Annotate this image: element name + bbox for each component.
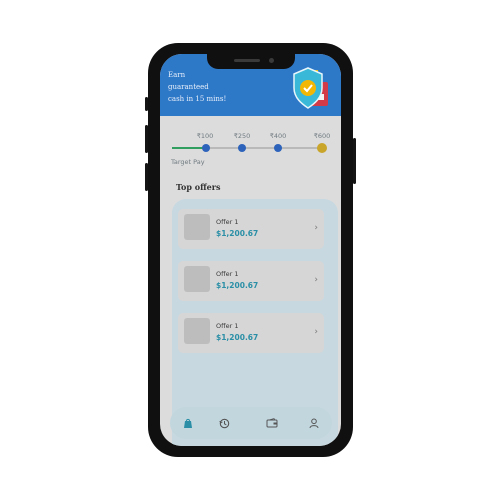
chevron-right-icon: › (314, 275, 318, 285)
offer-price: $1,200.67 (216, 229, 259, 238)
offer-thumbnail (184, 318, 210, 344)
offer-card[interactable]: Offer 1 $1,200.67 › (178, 209, 324, 249)
offer-thumbnail (184, 214, 210, 240)
volume-up-button (145, 125, 148, 153)
milestone-dot (274, 144, 282, 152)
speaker (233, 59, 260, 62)
volume-down-button (145, 163, 148, 191)
milestone-label: ₹100 (196, 132, 214, 140)
shield-card-illustration (293, 67, 328, 109)
profile-icon (309, 418, 319, 428)
chevron-right-icon: › (314, 223, 318, 233)
mute-switch (145, 97, 148, 111)
offer-card[interactable]: Offer 1 $1,200.67 › (178, 261, 324, 301)
earnings-progress: ₹100 ₹250 ₹400 ₹600 Target Pay (160, 116, 341, 176)
banner-line-2: guaranteed (168, 83, 209, 91)
nav-offers-button[interactable] (180, 415, 196, 431)
nav-wallet-button[interactable] (264, 415, 280, 431)
milestone-label: ₹250 (233, 132, 251, 140)
target-pay-label: Target Pay (171, 158, 205, 166)
banner-line-1: Earn (168, 71, 186, 79)
milestone-label: ₹400 (269, 132, 287, 140)
final-milestone-dot (317, 143, 327, 153)
offer-price: $1,200.67 (216, 333, 259, 342)
milestone-label: ₹600 (313, 132, 331, 140)
milestone-dot (238, 144, 246, 152)
bag-icon (184, 418, 192, 428)
notch (206, 54, 295, 69)
offer-title: Offer 1 (216, 322, 239, 330)
offer-price: $1,200.67 (216, 281, 259, 290)
offer-card[interactable]: Offer 1 $1,200.67 › (178, 313, 324, 353)
offer-title: Offer 1 (216, 218, 239, 226)
wallet-icon (266, 418, 278, 428)
offer-title: Offer 1 (216, 270, 239, 278)
power-button (353, 138, 356, 184)
progress-fill (172, 147, 206, 149)
phone-frame: Earn guaranteed cash in 15 mins! ₹100 ₹2… (145, 43, 356, 457)
offer-thumbnail (184, 266, 210, 292)
nav-history-button[interactable] (216, 415, 232, 431)
phone-screen: Earn guaranteed cash in 15 mins! ₹100 ₹2… (160, 54, 341, 446)
bottom-navigation (170, 407, 332, 439)
nav-profile-button[interactable] (306, 415, 322, 431)
banner-line-3: cash in 15 mins! (168, 95, 227, 103)
history-icon (218, 418, 229, 428)
milestone-dot (202, 144, 210, 152)
front-camera (268, 58, 274, 63)
banner-text: Earn guaranteed cash in 15 mins! (168, 69, 238, 105)
chevron-right-icon: › (314, 327, 318, 337)
check-badge-icon (300, 80, 316, 96)
top-offers-heading: Top offers (176, 182, 221, 192)
